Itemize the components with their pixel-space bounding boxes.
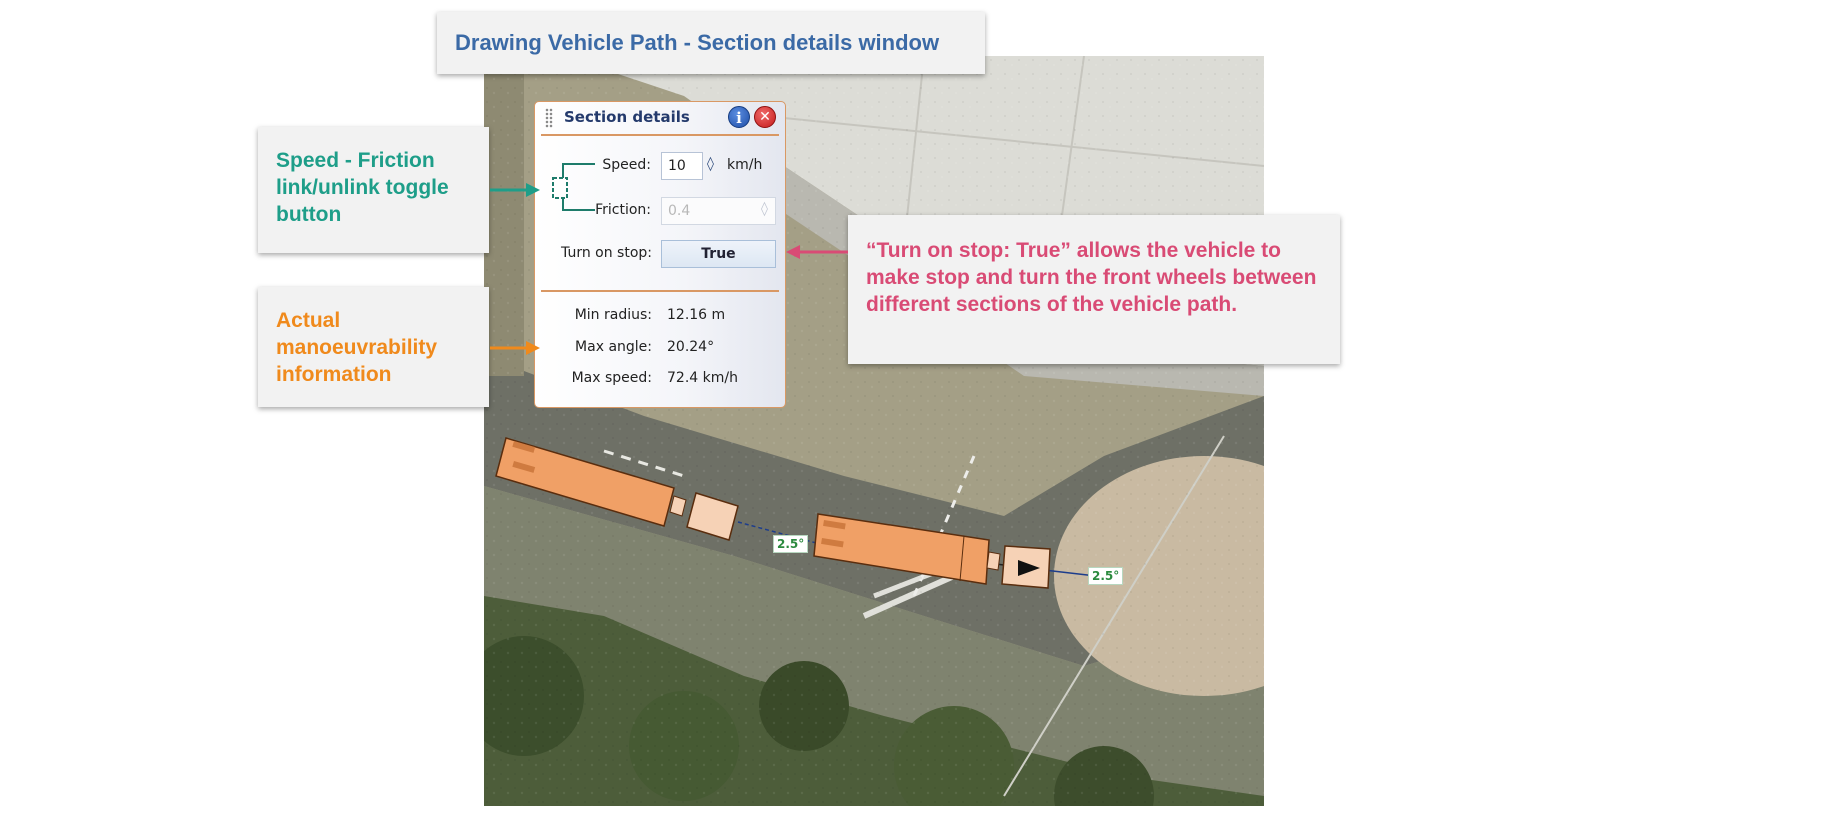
max-speed-value: 72.4 km/h [667, 370, 738, 386]
speed-unit: km/h [727, 157, 763, 173]
turn-on-stop-label: Turn on stop: [561, 245, 652, 261]
manoeuvrability-callout: Actual manoeuvrability information [258, 287, 489, 407]
speed-input[interactable]: 10 [661, 152, 703, 180]
turn-on-stop-toggle[interactable]: True [661, 240, 776, 268]
title-callout: Drawing Vehicle Path - Section details w… [437, 12, 985, 74]
angle-label-1: 2.5° [773, 535, 809, 553]
max-angle-value: 20.24° [667, 339, 715, 355]
min-radius-label: Min radius: [574, 307, 652, 323]
panel-divider-bottom [541, 290, 779, 292]
speed-label: Speed: [602, 157, 651, 173]
max-angle-label: Max angle: [575, 339, 652, 355]
close-icon[interactable]: ✕ [754, 106, 776, 128]
min-radius-value: 12.16 m [667, 307, 726, 323]
speed-spinner-icon[interactable]: ◊ [707, 156, 714, 172]
max-speed-label: Max speed: [571, 370, 652, 386]
panel-title-bar[interactable]: Section details i ✕ [535, 102, 785, 134]
turn-on-stop-callout: “Turn on stop: True” allows the vehicle … [848, 215, 1340, 364]
friction-spinner-icon[interactable]: ◊ [761, 201, 768, 217]
panel-divider-top [541, 134, 779, 136]
friction-input[interactable]: 0.4 [661, 197, 776, 225]
section-details-panel[interactable]: Section details i ✕ Speed: 10 ◊ km/h Fri… [534, 101, 786, 408]
friction-label: Friction: [595, 202, 651, 218]
info-icon[interactable]: i [728, 106, 750, 128]
grip-icon[interactable] [545, 108, 553, 128]
angle-label-2: 2.5° [1088, 567, 1124, 585]
speed-friction-callout: Speed - Friction link/unlink toggle butt… [258, 127, 489, 253]
panel-title: Section details [564, 108, 690, 126]
